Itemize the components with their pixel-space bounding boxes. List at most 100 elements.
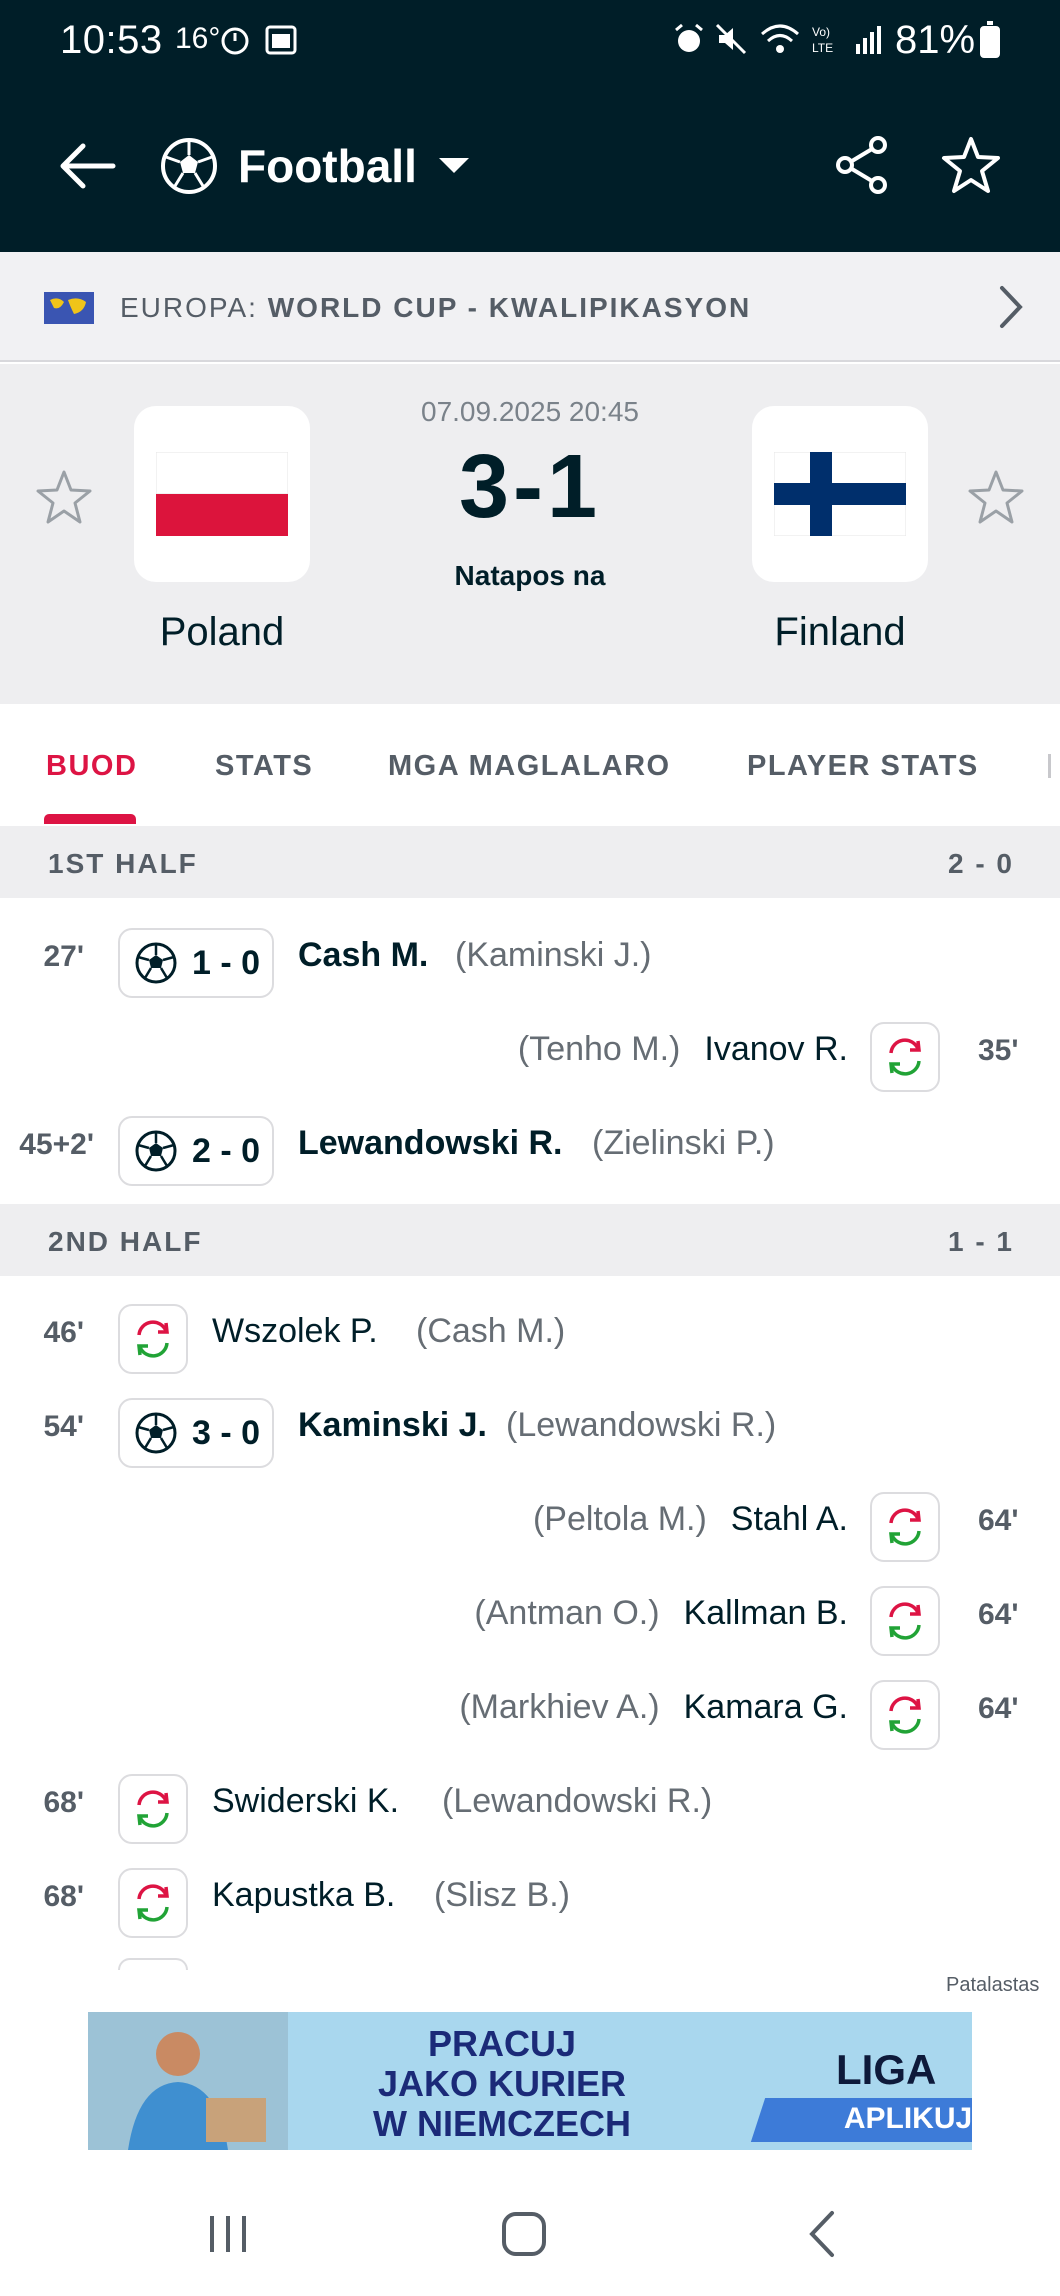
volte-icon: Vo) LTE: [812, 25, 833, 55]
event-text-group: (Antman O.) Kallman B.: [474, 1594, 848, 1633]
back-button[interactable]: [52, 134, 122, 198]
event-substitution[interactable]: (Tenho M.) Ivanov R. 35': [0, 1004, 1060, 1098]
football-icon: [135, 1130, 177, 1172]
event-text-group: (Markhiev A.) Kamara G.: [459, 1688, 848, 1727]
event-minute: 35': [978, 1034, 1019, 1067]
competition-region: EUROPA:: [120, 292, 258, 323]
event-substitution[interactable]: (Antman O.) Kallman B. 64': [0, 1568, 1060, 1662]
favorite-button[interactable]: [938, 130, 1004, 200]
event-assist: (Antman O.): [474, 1594, 660, 1632]
event-player: Cash M.: [298, 936, 429, 974]
app-header: Football: [0, 100, 1060, 230]
half-label: 1ST HALF: [48, 848, 198, 879]
recent-apps-button[interactable]: [198, 2206, 258, 2262]
event-player: Kallman B.: [683, 1594, 848, 1632]
system-back-icon: [809, 2211, 834, 2257]
dropdown-caret-icon: [438, 158, 469, 173]
event-minute: 64': [978, 1692, 1019, 1725]
tab-stats[interactable]: STATS: [215, 750, 313, 783]
event-substitution[interactable]: 68' Swiderski K. (Lewandowski R.): [0, 1756, 1060, 1850]
home-favorite-star-icon[interactable]: [34, 468, 94, 528]
timer-icon: [221, 27, 249, 55]
event-substitution[interactable]: (Peltola M.) Stahl A. 64': [0, 1474, 1060, 1568]
top-bar: 10:53 16° Vo) LTE 81% Football: [0, 0, 1060, 252]
competition-row[interactable]: EUROPA: WORLD CUP - KWALIPIKASYON: [0, 252, 1060, 362]
event-goal[interactable]: 45+2' 2 - 0 Lewandowski R. (Zielinski P.…: [0, 1098, 1060, 1192]
goal-score: 3 - 0: [192, 1413, 261, 1452]
event-substitution[interactable]: 46' Wszolek P. (Cash M.): [0, 1286, 1060, 1380]
event-substitution[interactable]: (Markhiev A.) Kamara G. 64': [0, 1662, 1060, 1756]
battery-icon: [980, 21, 1000, 58]
substitution-badge: [870, 1492, 940, 1562]
event-player: Stahl A.: [730, 1500, 848, 1538]
event-assist: (Zielinski P.): [592, 1124, 775, 1162]
system-back-button[interactable]: [792, 2206, 852, 2262]
wifi-icon: [761, 24, 799, 53]
active-tab-indicator: [44, 814, 136, 824]
home-icon: [502, 2212, 546, 2256]
tab-summary[interactable]: BUOD: [46, 750, 137, 783]
event-text-group: (Tenho M.) Ivanov R.: [518, 1030, 848, 1069]
tab-overflow-indicator: [1048, 754, 1051, 778]
status-temperature: 16°: [175, 22, 221, 55]
substitution-badge: [118, 1868, 188, 1938]
event-minute: 45+2': [19, 1128, 94, 1161]
sport-selector[interactable]: Football: [160, 128, 471, 204]
substitution-badge: [870, 1022, 940, 1092]
competition-label: EUROPA: WORLD CUP - KWALIPIKASYON: [120, 292, 751, 324]
match-status: Natapos na: [454, 560, 606, 591]
event-minute: 68': [43, 1786, 84, 1819]
courier-photo-icon: [88, 2012, 288, 2150]
event-assist: (Cash M.): [416, 1312, 566, 1350]
first-half-header: 1ST HALF 2 - 0: [0, 826, 1060, 898]
goal-badge: 3 - 0: [118, 1398, 274, 1468]
share-button[interactable]: [830, 130, 894, 200]
match-datetime: 07.09.2025 20:45: [421, 396, 639, 427]
next-event-badge-partial: [118, 1958, 188, 1970]
system-nav-bar: [0, 2170, 1060, 2296]
home-team-logo[interactable]: [134, 406, 310, 582]
calendar-icon: [265, 25, 297, 55]
event-player: Kapustka B.: [212, 1876, 396, 1914]
poland-flag-icon: [156, 452, 288, 536]
away-favorite-star-icon[interactable]: [966, 468, 1026, 528]
substitution-badge: [870, 1586, 940, 1656]
event-assist: (Tenho M.): [517, 1030, 681, 1068]
tab-bar: BUOD STATS MGA MAGLALARO PLAYER STATS: [0, 704, 1060, 824]
event-minute: 54': [43, 1410, 84, 1443]
event-substitution[interactable]: 68' Kapustka B. (Slisz B.): [0, 1850, 1060, 1944]
football-icon: [135, 1412, 177, 1454]
advertisement-banner[interactable]: PRACUJ JAKO KURIER W NIEMCZECH LIGA APLI…: [88, 2012, 972, 2150]
event-assist: (Markhiev A.): [459, 1688, 660, 1726]
ad-label: Patalastas: [946, 1974, 1040, 1996]
event-goal[interactable]: 54' 3 - 0 Kaminski J. (Lewandowski R.): [0, 1380, 1060, 1474]
second-half-header: 2ND HALF 1 - 1: [0, 1204, 1060, 1276]
away-team-logo[interactable]: [752, 406, 928, 582]
home-button[interactable]: [494, 2206, 554, 2262]
ad-cta-button[interactable]: APLIKUJ: [788, 2102, 972, 2136]
recents-icon: [210, 2216, 246, 2252]
event-goal[interactable]: 27' 1 - 0 Cash M. (Kaminski J.): [0, 910, 1060, 1004]
event-player: Lewandowski R.: [298, 1124, 563, 1162]
chevron-right-icon: [1000, 286, 1023, 328]
ad-line-1: PRACUJ: [427, 2023, 577, 2064]
svg-text:Vo): Vo): [812, 25, 830, 39]
half-score: 2 - 0: [947, 848, 1014, 879]
substitution-icon: [889, 1508, 921, 1546]
goal-badge: 2 - 0: [118, 1116, 274, 1186]
event-player: Wszolek P.: [212, 1312, 378, 1350]
substitution-icon: [889, 1696, 921, 1734]
substitution-badge: [118, 1774, 188, 1844]
event-assist: (Slisz B.): [434, 1876, 570, 1914]
away-team-name[interactable]: Finland: [690, 610, 990, 655]
home-team-name[interactable]: Poland: [72, 610, 372, 655]
event-player: Ivanov R.: [704, 1030, 848, 1068]
tab-player-stats[interactable]: PLAYER STATS: [747, 750, 979, 783]
tab-lineups[interactable]: MGA MAGLALARO: [388, 750, 671, 783]
sport-title: Football: [238, 140, 417, 192]
back-arrow-icon: [60, 143, 116, 189]
signal-icon: [856, 26, 881, 54]
substitution-icon: [889, 1602, 921, 1640]
half-score: 1 - 1: [947, 1226, 1014, 1257]
event-assist: (Kaminski J.): [455, 936, 652, 974]
